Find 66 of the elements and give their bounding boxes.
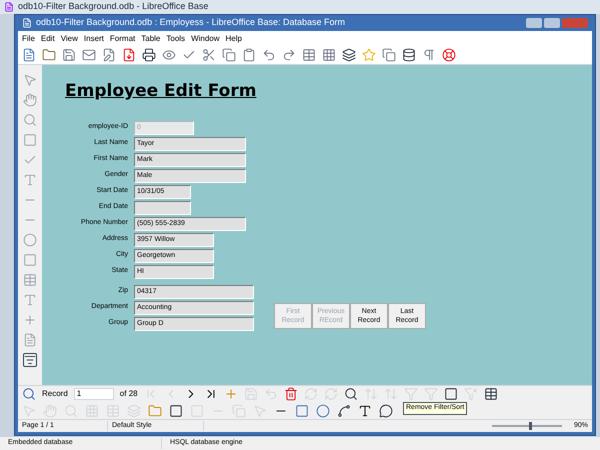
callout-icon[interactable] <box>379 404 393 418</box>
data-source-icon[interactable] <box>484 387 498 401</box>
help-icon[interactable] <box>442 48 456 62</box>
menu-item[interactable]: Table <box>141 32 160 44</box>
table-control-icon[interactable] <box>23 273 37 287</box>
ellipse-icon[interactable] <box>316 404 330 418</box>
edit-document-icon[interactable] <box>102 48 116 62</box>
record-label: Record <box>42 388 68 400</box>
apply-filter-icon[interactable] <box>424 387 438 401</box>
new-record-icon[interactable] <box>224 387 238 401</box>
copy-icon[interactable] <box>222 48 236 62</box>
table-icon[interactable] <box>302 48 316 62</box>
open-folder-icon[interactable] <box>42 48 56 62</box>
paste-icon[interactable] <box>242 48 256 62</box>
hand-icon[interactable] <box>23 93 37 107</box>
star-icon[interactable] <box>362 48 376 62</box>
text-icon[interactable] <box>358 404 372 418</box>
remove-filter-icon[interactable] <box>464 387 478 401</box>
new-document-icon[interactable] <box>22 48 36 62</box>
form-title: Employee Edit Form <box>65 80 258 103</box>
box-icon[interactable] <box>23 253 37 267</box>
document-icon[interactable] <box>23 333 37 347</box>
record-count: of 28 <box>120 388 138 400</box>
autofilter-icon[interactable] <box>404 387 418 401</box>
pointer-icon[interactable] <box>253 404 267 418</box>
zoom-icon[interactable] <box>64 404 78 418</box>
frame-icon[interactable] <box>23 133 37 147</box>
undo-icon[interactable] <box>262 48 276 62</box>
menu-item[interactable]: Insert <box>84 32 104 44</box>
menu-item[interactable]: Help <box>226 32 242 44</box>
find-record-icon[interactable] <box>344 387 358 401</box>
document-icon <box>22 18 32 28</box>
database-icon[interactable] <box>402 48 416 62</box>
curve-icon[interactable] <box>337 404 351 418</box>
rectangle-icon[interactable] <box>295 404 309 418</box>
record-field[interactable]: 1 <box>74 388 114 400</box>
add-icon[interactable] <box>23 313 37 327</box>
search-icon[interactable] <box>22 387 36 401</box>
layers-icon[interactable] <box>127 404 141 418</box>
input-field[interactable] <box>134 200 191 214</box>
envelope-icon[interactable] <box>82 48 96 62</box>
document-icon <box>4 2 14 12</box>
folder-icon[interactable] <box>148 404 162 418</box>
menu-item[interactable]: Edit <box>40 32 55 44</box>
outer-window-title: odb10-Filter Background.odb - LibreOffice Base <box>18 0 208 14</box>
redo-icon[interactable] <box>282 48 296 62</box>
label-icon[interactable] <box>23 293 37 307</box>
printer-icon[interactable] <box>142 48 156 62</box>
cut-icon[interactable] <box>202 48 216 62</box>
radio-icon[interactable] <box>23 233 37 247</box>
menu-item[interactable]: File <box>22 32 35 44</box>
paragraph-icon[interactable] <box>422 48 436 62</box>
window-title: odb10-Filter Background.odb : Employess - LibreOffice Base: Database Form <box>36 16 345 30</box>
grid-icon[interactable] <box>322 48 336 62</box>
pointer-icon[interactable] <box>23 73 37 87</box>
hand-icon[interactable] <box>43 404 57 418</box>
zoom-icon[interactable] <box>23 113 37 127</box>
save-record-icon[interactable] <box>244 387 258 401</box>
save-icon[interactable] <box>62 48 76 62</box>
menu-item[interactable]: Window <box>191 32 220 44</box>
zoom-slider-thumb[interactable] <box>529 422 532 430</box>
menu-item[interactable]: View <box>60 32 78 44</box>
delete-record-icon[interactable] <box>284 387 298 401</box>
preview-icon[interactable] <box>162 48 176 62</box>
menu-item[interactable]: Tools <box>166 32 186 44</box>
menu-item[interactable]: Format <box>110 32 136 44</box>
